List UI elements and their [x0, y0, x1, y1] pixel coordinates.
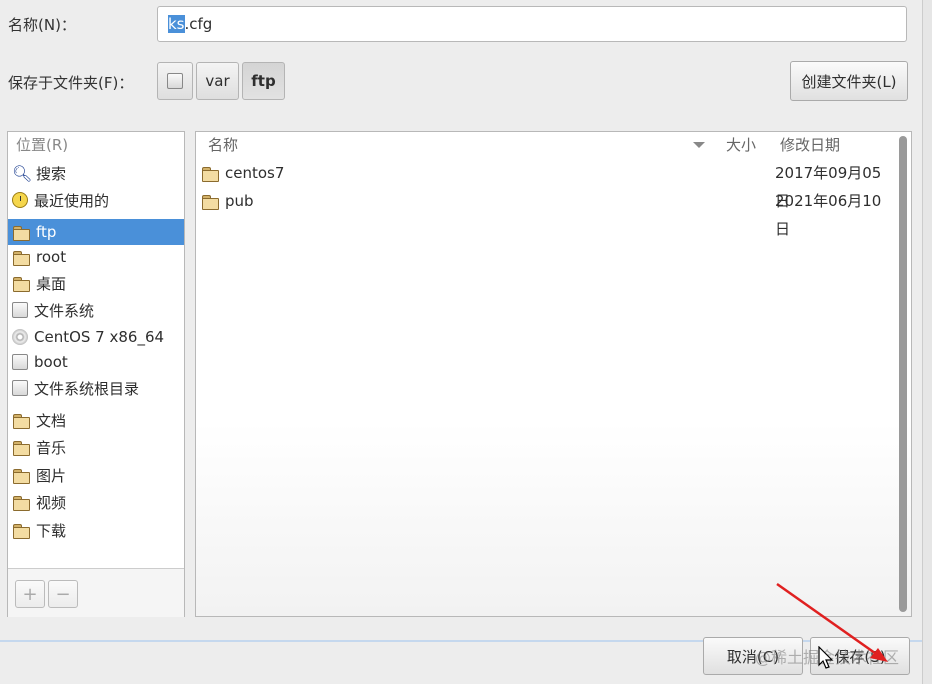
sidebar-item-label: 搜索 — [36, 164, 67, 183]
sidebar-item-filesystem-root[interactable]: 文件系统根目录 — [8, 375, 184, 401]
path-segment-var[interactable]: var — [196, 62, 239, 100]
sidebar-item-label: 文件系统根目录 — [34, 379, 140, 398]
file-name: pub — [225, 192, 254, 210]
sidebar-item-label: 最近使用的 — [34, 191, 110, 210]
sidebar-item-pictures[interactable]: 图片 — [8, 462, 184, 488]
folder-icon — [201, 165, 219, 182]
create-folder-button[interactable]: 创建文件夹(L) — [790, 61, 908, 101]
drive-icon — [12, 302, 28, 318]
sidebar-item-videos[interactable]: 视频 — [8, 489, 184, 515]
remove-bookmark-button[interactable]: − — [48, 580, 78, 608]
drive-icon — [167, 73, 183, 89]
sidebar-item-search[interactable]: 🔍︎ 搜索 — [8, 160, 184, 186]
drive-icon — [12, 380, 28, 396]
sidebar-item-label: root — [36, 248, 67, 266]
sidebar-item-label: 下载 — [36, 521, 67, 540]
sidebar-item-label: 文档 — [36, 411, 67, 430]
column-header-size[interactable]: 大小 — [726, 132, 756, 158]
disc-icon — [12, 329, 28, 345]
sidebar-item-boot[interactable]: boot — [8, 349, 184, 375]
file-name: centos7 — [225, 164, 285, 182]
column-header-name[interactable]: 名称 — [208, 132, 238, 158]
home-folder-icon — [12, 249, 30, 266]
folder-icon — [12, 224, 30, 241]
annotation-arrow — [776, 582, 888, 662]
filename-input[interactable]: ks.cfg — [157, 6, 907, 42]
save-in-folder-label: 保存于文件夹(F)： — [8, 74, 134, 92]
mouse-cursor-icon — [818, 646, 834, 669]
path-root-button[interactable] — [157, 62, 193, 100]
path-segment-label: var — [205, 72, 230, 90]
videos-folder-icon — [12, 494, 30, 511]
documents-folder-icon — [12, 412, 30, 429]
sidebar-item-recent[interactable]: 最近使用的 — [8, 187, 184, 213]
pictures-folder-icon — [12, 467, 30, 484]
sidebar-item-label: CentOS 7 x86_64 — [34, 328, 165, 346]
column-header-modified[interactable]: 修改日期 — [780, 132, 840, 158]
sidebar-item-root[interactable]: root — [8, 244, 184, 270]
file-name-cell: centos7 — [201, 159, 284, 187]
sort-arrow-icon — [693, 142, 705, 148]
name-label: 名称(N)： — [8, 16, 76, 34]
add-bookmark-button[interactable]: + — [15, 580, 45, 608]
filename-selected-text: ks — [168, 15, 185, 33]
places-sidebar: 位置(R) 🔍︎ 搜索 最近使用的 ftp root 桌面 文件系统 CentO… — [7, 131, 185, 617]
sidebar-item-desktop[interactable]: 桌面 — [8, 270, 184, 296]
path-segment-ftp[interactable]: ftp — [242, 62, 285, 100]
sidebar-item-downloads[interactable]: 下载 — [8, 517, 184, 543]
music-folder-icon — [12, 439, 30, 456]
drive-icon — [12, 354, 28, 370]
sidebar-item-label: 音乐 — [36, 438, 67, 457]
path-segment-label: ftp — [251, 72, 276, 90]
file-name-cell: pub — [201, 187, 254, 215]
downloads-folder-icon — [12, 522, 30, 539]
sidebar-item-label: ftp — [36, 223, 57, 241]
recent-icon — [12, 192, 28, 208]
sidebar-item-label: 文件系统 — [34, 301, 95, 320]
table-row[interactable]: centos7 2017年09月05日 — [196, 159, 886, 210]
places-header: 位置(R) — [16, 136, 69, 154]
sidebar-item-documents[interactable]: 文档 — [8, 407, 184, 433]
vertical-scrollbar[interactable] — [899, 136, 907, 612]
sidebar-footer: + − — [8, 568, 184, 617]
sidebar-item-filesystem[interactable]: 文件系统 — [8, 297, 184, 323]
sidebar-item-centos-disc[interactable]: CentOS 7 x86_64 — [8, 324, 184, 350]
background-window-edge — [922, 0, 932, 684]
file-modified: 2021年06月10日 — [775, 192, 882, 238]
sidebar-item-ftp[interactable]: ftp — [8, 219, 184, 245]
sidebar-item-label: 桌面 — [36, 274, 67, 293]
search-icon: 🔍︎ — [12, 163, 33, 183]
sidebar-item-music[interactable]: 音乐 — [8, 434, 184, 460]
sidebar-item-label: 视频 — [36, 493, 67, 512]
file-list[interactable]: 名称 大小 修改日期 centos7 2017年09月05日 pub 2021年… — [195, 131, 912, 617]
desktop-folder-icon — [12, 275, 30, 292]
create-folder-label: 创建文件夹(L) — [801, 72, 897, 91]
sidebar-item-label: boot — [34, 353, 68, 371]
folder-icon — [201, 193, 219, 210]
table-row[interactable]: pub 2021年06月10日 — [196, 187, 886, 238]
sidebar-item-label: 图片 — [36, 466, 67, 485]
filename-rest-text: .cfg — [184, 15, 213, 33]
